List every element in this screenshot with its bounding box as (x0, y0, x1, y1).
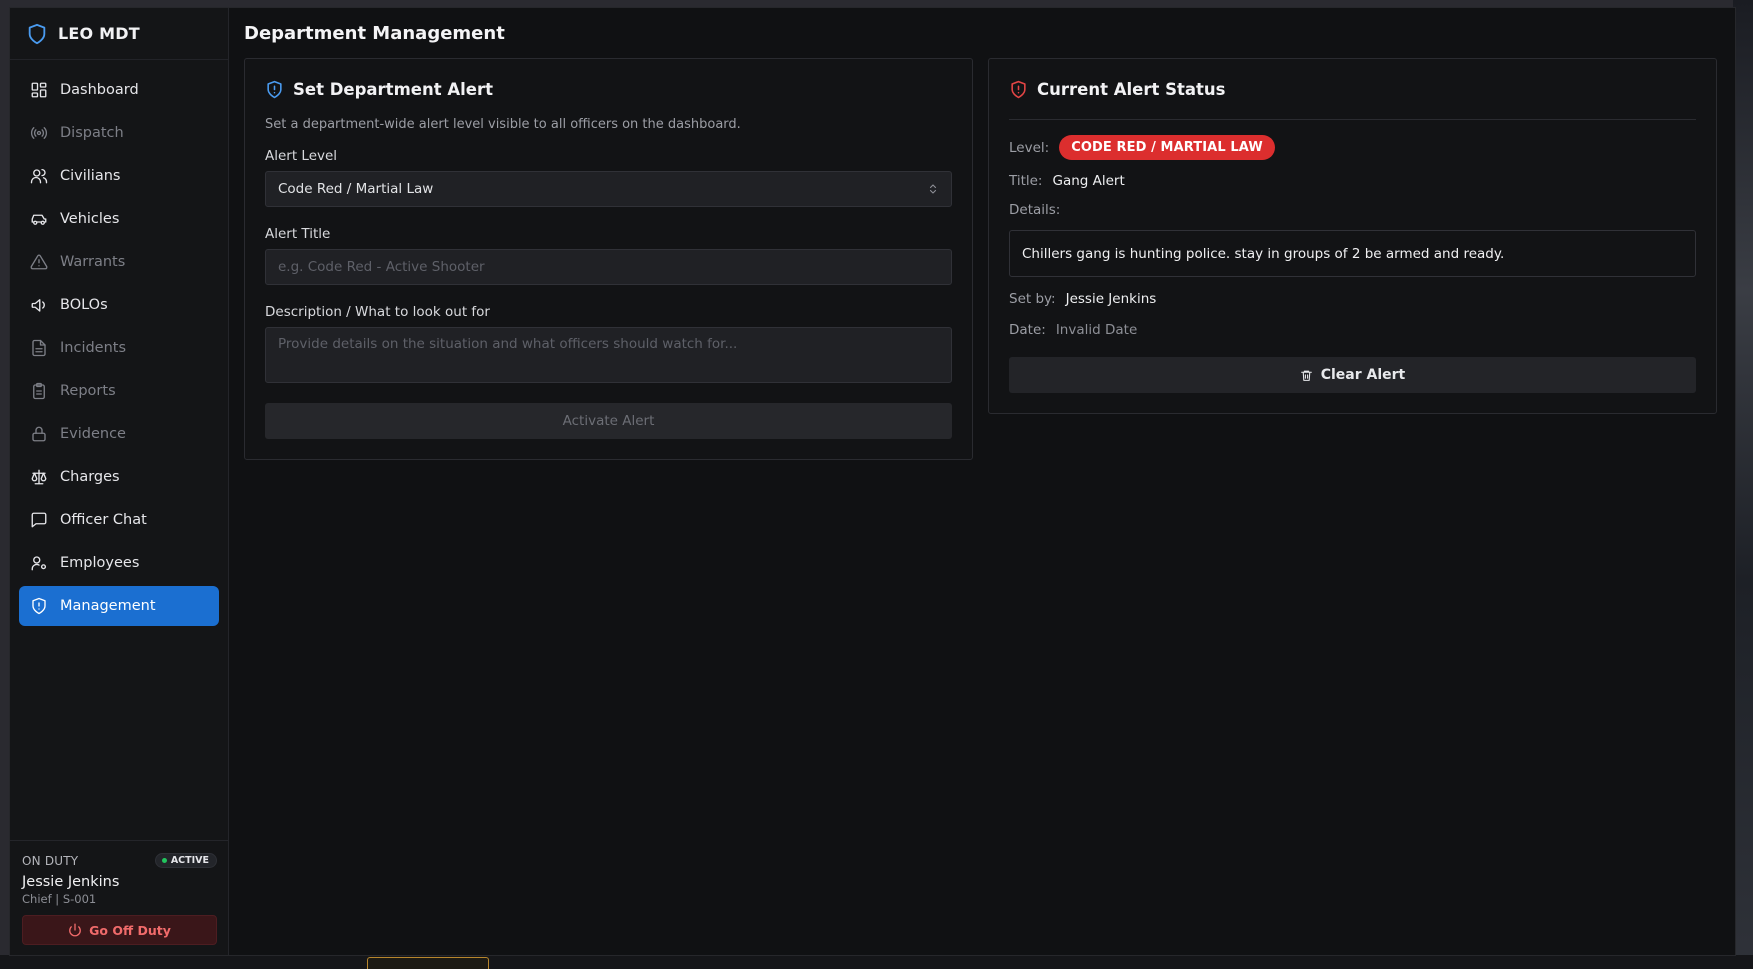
users-icon (30, 168, 48, 184)
lock-icon (32, 426, 46, 442)
sidebar-item-label: Charges (60, 469, 120, 485)
title-label: Title: (1009, 173, 1043, 189)
shield-icon (28, 23, 46, 44)
sidebar-item-bolos[interactable]: BOLOs (19, 285, 219, 325)
sidebar-item-evidence[interactable]: Evidence (19, 414, 219, 454)
file-text-icon (32, 339, 46, 357)
status-badge-label: ACTIVE (170, 855, 209, 866)
sidebar-item-label: Incidents (60, 340, 127, 356)
game-hud-strip (0, 955, 1753, 969)
sidebar-item-label: Officer Chat (60, 512, 147, 528)
description-textarea[interactable] (265, 327, 952, 383)
scale-icon (31, 469, 47, 485)
clear-alert-button[interactable]: Clear Alert (1009, 357, 1696, 393)
clipboard-icon (33, 382, 45, 400)
sidebar-item-dashboard[interactable]: Dashboard (19, 70, 219, 110)
alert-details-box: Chillers gang is hunting police. stay in… (1009, 230, 1696, 277)
sidebar-item-dispatch[interactable]: Dispatch (19, 113, 219, 153)
radio-icon (30, 127, 48, 139)
power-icon (69, 923, 82, 937)
shield-alert-icon (267, 80, 282, 98)
date-label: Date: (1009, 322, 1046, 338)
mdt-window: LEO MDT Dashboard Dispatch Civilians Veh… (9, 7, 1736, 956)
status-badge: ACTIVE (154, 853, 217, 868)
alert-level-select[interactable]: Code Red / Martial Law (265, 171, 952, 207)
alert-title-input[interactable] (265, 249, 952, 285)
set-by-value: Jessie Jenkins (1065, 291, 1157, 307)
status-dot-icon (161, 858, 167, 863)
alert-level-row: Level: CODE RED / MARTIAL LAW (1009, 135, 1696, 160)
set-alert-title: Set Department Alert (293, 79, 493, 99)
go-off-duty-button[interactable]: Go Off Duty (22, 915, 217, 945)
car-icon (31, 214, 47, 225)
chat-icon (31, 512, 47, 528)
grid-icon (31, 82, 47, 98)
trash-icon (1300, 370, 1312, 381)
set-alert-description: Set a department-wide alert level visibl… (265, 117, 741, 132)
chevron-up-down-icon (929, 184, 937, 194)
panels: Set Department Alert Set a department-wi… (244, 58, 1720, 460)
megaphone-icon (31, 299, 45, 312)
go-off-duty-label: Go Off Duty (89, 922, 171, 938)
sidebar-item-reports[interactable]: Reports (19, 371, 219, 411)
details-label: Details: (1009, 202, 1061, 218)
sidebar-item-officer-chat[interactable]: Officer Chat (19, 500, 219, 540)
alert-title-row: Title: Gang Alert (1009, 173, 1696, 189)
main-content: Department Management Set Department Ale… (229, 8, 1735, 955)
set-alert-panel: Set Department Alert Set a department-wi… (244, 58, 973, 460)
brand: LEO MDT (10, 8, 228, 60)
sidebar-item-vehicles[interactable]: Vehicles (19, 199, 219, 239)
sidebar-item-label: Evidence (60, 426, 126, 442)
current-alert-panel: Current Alert Status Level: CODE RED / M… (988, 58, 1717, 414)
sidebar-item-label: Employees (60, 555, 140, 571)
activate-alert-button[interactable]: Activate Alert (265, 403, 952, 439)
description-label: Description / What to look out for (265, 304, 490, 320)
page-title: Department Management (244, 23, 505, 44)
game-hud-chip (367, 957, 489, 969)
date-row: Date: Invalid Date (1009, 322, 1696, 338)
shield-alert-icon (32, 597, 46, 615)
sidebar-item-label: Vehicles (60, 211, 120, 227)
sidebar: LEO MDT Dashboard Dispatch Civilians Veh… (10, 8, 229, 955)
duty-panel: ON DUTY ACTIVE Jessie Jenkins Chief | S-… (10, 840, 228, 955)
title-value: Gang Alert (1052, 173, 1125, 189)
officer-name: Jessie Jenkins (22, 874, 120, 890)
level-label: Level: (1009, 139, 1050, 156)
sidebar-item-label: BOLOs (60, 297, 108, 313)
sidebar-item-label: Dashboard (60, 82, 139, 98)
duty-status-label: ON DUTY (22, 853, 79, 868)
sidebar-nav: Dashboard Dispatch Civilians Vehicles Wa… (10, 60, 228, 629)
user-cog-icon (31, 556, 47, 571)
alert-details-row: Details: (1009, 202, 1696, 218)
sidebar-item-incidents[interactable]: Incidents (19, 328, 219, 368)
activate-alert-label: Activate Alert (562, 413, 655, 429)
officer-rank: Chief | S-001 (22, 892, 97, 906)
sidebar-item-warrants[interactable]: Warrants (19, 242, 219, 282)
sidebar-item-label: Warrants (60, 254, 126, 270)
set-by-label: Set by: (1009, 291, 1056, 307)
set-by-row: Set by: Jessie Jenkins (1009, 291, 1696, 307)
current-alert-title: Current Alert Status (1037, 79, 1226, 99)
warning-triangle-icon (30, 254, 48, 270)
sidebar-item-employees[interactable]: Employees (19, 543, 219, 583)
sidebar-item-charges[interactable]: Charges (19, 457, 219, 497)
sidebar-item-label: Reports (60, 383, 116, 399)
game-background-edge (1733, 0, 1753, 969)
alert-level-value: Code Red / Martial Law (278, 181, 434, 197)
sidebar-item-label: Civilians (60, 168, 121, 184)
sidebar-item-label: Dispatch (60, 125, 124, 141)
alert-level-label: Alert Level (265, 148, 338, 164)
alert-level-badge: CODE RED / MARTIAL LAW (1059, 135, 1275, 160)
app-title: LEO MDT (58, 24, 140, 43)
sidebar-item-civilians[interactable]: Civilians (19, 156, 219, 196)
divider (1009, 119, 1696, 120)
sidebar-item-label: Management (60, 598, 156, 614)
shield-alert-icon (1011, 80, 1026, 98)
alert-title-label: Alert Title (265, 226, 331, 242)
date-value: Invalid Date (1055, 322, 1138, 338)
clear-alert-label: Clear Alert (1320, 367, 1406, 383)
sidebar-item-management[interactable]: Management (19, 586, 219, 626)
